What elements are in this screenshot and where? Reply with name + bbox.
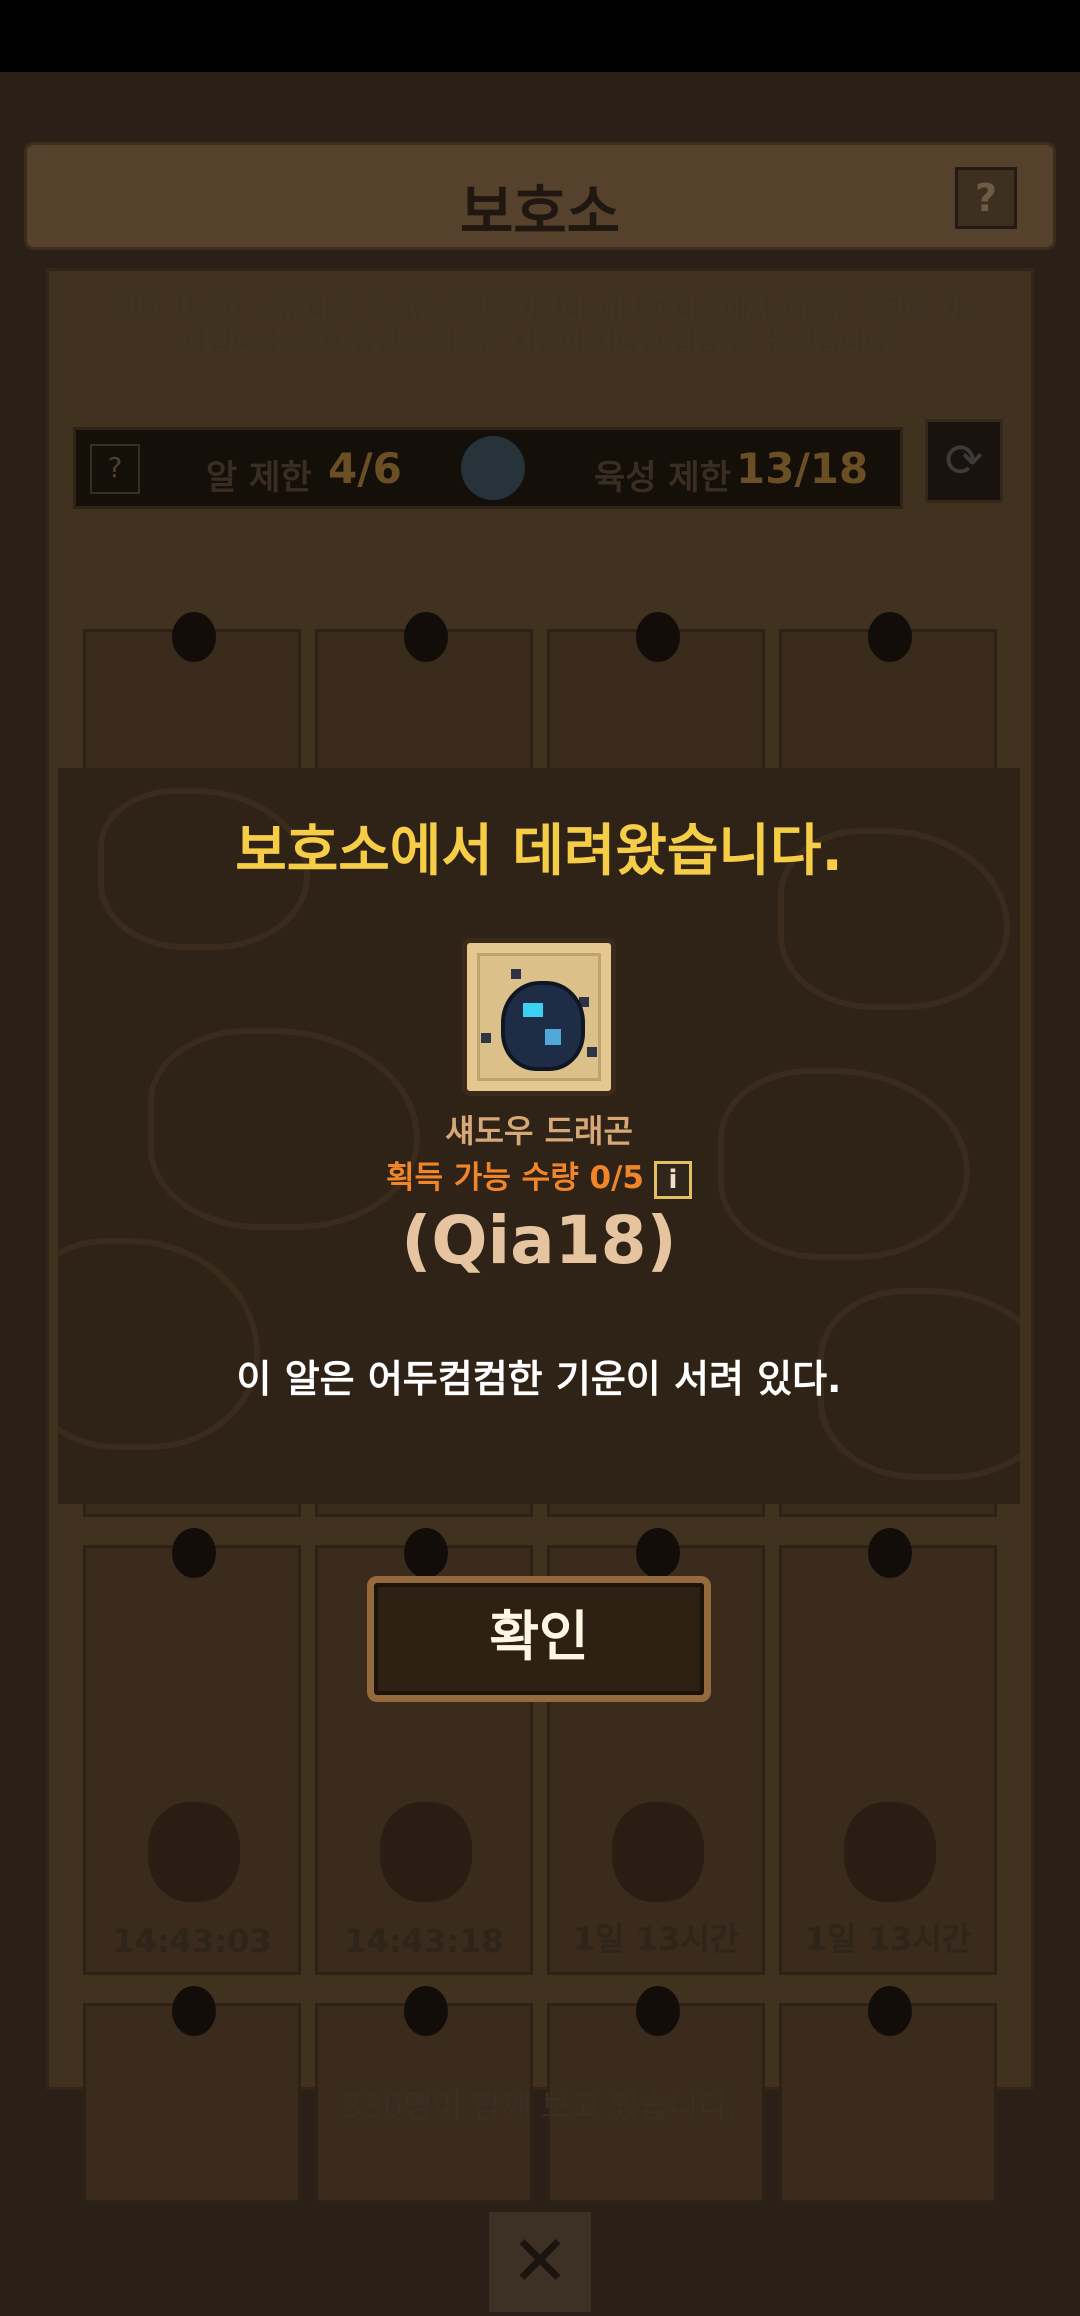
egg-limit-label: 알 제한 <box>206 458 312 498</box>
confirm-button[interactable]: 확인 <box>367 1576 711 1702</box>
flavor-text: 이 알은 어두컴컴한 기운이 서려 있다. <box>236 1357 842 1401</box>
info-icon[interactable]: i <box>653 1160 692 1199</box>
acquire-count-row: 획득 가능 수량 0/5 i <box>58 1152 1020 1199</box>
header: 보호소 ? <box>24 142 1056 250</box>
slot-timer: 1일 13시간 <box>804 1920 972 1958</box>
close-button[interactable]: ✕ <box>486 2209 594 2315</box>
slot-marker-icon <box>404 612 448 662</box>
limit-bar: ? 알 제한 4/6 육성 제한 13/18 <box>73 427 903 509</box>
slot-marker-icon <box>172 1986 216 2036</box>
shelter-description: 일반 사용자 소유 이득 드래곤은 일정기간이 지나면 이곳에서 새로운 주인을… <box>115 296 965 358</box>
status-bar <box>0 0 1080 72</box>
slot-marker-icon <box>172 1528 216 1578</box>
slot-marker-icon <box>636 612 680 662</box>
result-dialog: 보호소에서 데려왔습니다. 섀도우 드래곤 획득 가능 수량 0/5 i (Qia… <box>58 768 1020 1504</box>
slot-timer: 14:43:03 <box>112 1922 272 1960</box>
page-title: 보호소 <box>459 178 621 246</box>
acquire-count-label: 획득 가능 수량 0/5 <box>386 1160 644 1196</box>
help-button[interactable]: ? <box>955 167 1017 229</box>
crest-icon <box>461 436 525 500</box>
slot-marker-icon <box>172 612 216 662</box>
slot-timer: 1일 13시간 <box>572 1920 740 1958</box>
refresh-button[interactable]: ⟳ <box>925 419 1003 503</box>
slot-marker-icon <box>868 612 912 662</box>
egg-icon <box>612 1802 704 1902</box>
egg-icon <box>380 1802 472 1902</box>
egg-limit-value: 4/6 <box>328 444 402 493</box>
shadow-dragon-egg-icon <box>501 981 585 1071</box>
slot-marker-icon <box>404 1528 448 1578</box>
egg-slot[interactable]: 1일 13시간 <box>779 1528 997 1975</box>
slot-marker-icon <box>868 1528 912 1578</box>
slot-timer: 14:43:18 <box>344 1922 504 1960</box>
dragon-name: 섀도우 드래곤 <box>445 1112 633 1150</box>
dialog-title: 보호소에서 데려왔습니다. <box>235 819 843 884</box>
refresh-icon: ⟳ <box>944 433 984 487</box>
dragon-code: (Qia18) <box>401 1202 677 1279</box>
slot-marker-icon <box>404 1986 448 2036</box>
slot-marker-icon <box>868 1986 912 2036</box>
dragon-egg-card <box>462 938 616 1096</box>
raise-limit-label: 육성 제한 <box>594 458 731 498</box>
viewer-count-text: 330명이 함께 보고 있습니다. <box>341 2087 739 2125</box>
limit-help-button[interactable]: ? <box>90 444 140 494</box>
egg-slot[interactable]: 14:43:03 <box>83 1528 301 1975</box>
raise-limit-value: 13/18 <box>736 444 869 493</box>
egg-icon <box>844 1802 936 1902</box>
slot-marker-icon <box>636 1986 680 2036</box>
slot-marker-icon <box>636 1528 680 1578</box>
egg-icon <box>148 1802 240 1902</box>
